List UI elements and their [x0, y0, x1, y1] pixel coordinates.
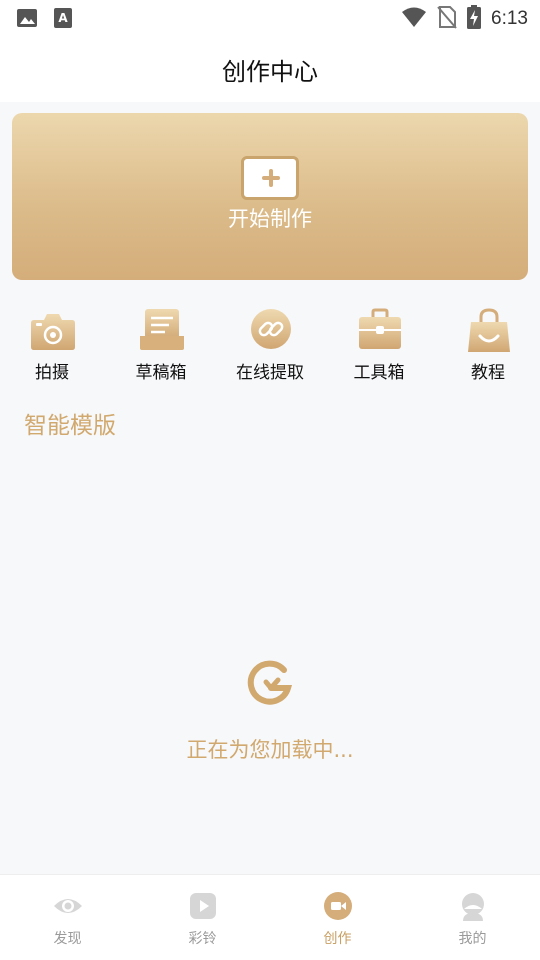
- status-time: 6:13: [491, 8, 528, 29]
- bottom-tab-bar: 发现 彩铃 创作 我的: [0, 874, 540, 960]
- shopping-bag-icon: [468, 308, 510, 352]
- toolbox-icon: [359, 308, 401, 349]
- page-title: 创作中心: [222, 57, 318, 86]
- loading-spinner-icon: [247, 660, 293, 705]
- video-camera-icon: [324, 892, 352, 920]
- status-bar: A 6:13: [0, 0, 540, 36]
- play-icon: [190, 893, 216, 919]
- profile-icon: [462, 893, 484, 921]
- quick-action-drafts[interactable]: 草稿箱: [111, 306, 211, 386]
- tab-label: 彩铃: [188, 931, 217, 947]
- quick-actions: 拍摄 草稿箱 在线提取 工具箱 教程: [0, 306, 540, 386]
- quick-action-toolbox[interactable]: 工具箱: [329, 306, 429, 386]
- eye-icon: [54, 899, 82, 913]
- loading-text: 正在为您加载中...: [186, 738, 354, 762]
- section-title-smart-templates: 智能模版: [24, 413, 116, 439]
- quick-action-label: 拍摄: [35, 363, 69, 383]
- tab-create[interactable]: 创作: [270, 875, 405, 960]
- start-create-label: 开始制作: [228, 207, 312, 231]
- tab-label: 创作: [323, 931, 352, 947]
- plus-icon[interactable]: [241, 156, 299, 200]
- tab-discover[interactable]: 发现: [0, 875, 135, 960]
- quick-action-tutorial[interactable]: 教程: [438, 306, 538, 386]
- draft-box-icon: [140, 309, 184, 350]
- battery-charging-icon: [467, 5, 482, 33]
- tab-label: 我的: [458, 931, 487, 947]
- tab-label: 发现: [53, 931, 82, 947]
- font-a-icon: A: [54, 8, 72, 32]
- quick-action-online-extract[interactable]: 在线提取: [220, 306, 320, 386]
- quick-action-label: 草稿箱: [135, 363, 187, 383]
- tab-ringtone[interactable]: 彩铃: [135, 875, 270, 960]
- no-sim-icon: [437, 5, 457, 33]
- camera-icon: [31, 314, 75, 350]
- image-icon: [16, 8, 38, 32]
- quick-action-label: 工具箱: [353, 363, 405, 383]
- quick-action-label: 在线提取: [236, 363, 304, 383]
- app-header: 创作中心: [0, 36, 540, 102]
- link-icon: [251, 309, 291, 349]
- wifi-icon: [401, 6, 427, 32]
- quick-action-label: 教程: [471, 363, 505, 383]
- tab-me[interactable]: 我的: [405, 875, 540, 960]
- quick-action-shoot[interactable]: 拍摄: [2, 306, 102, 386]
- svg-text:A: A: [58, 11, 68, 25]
